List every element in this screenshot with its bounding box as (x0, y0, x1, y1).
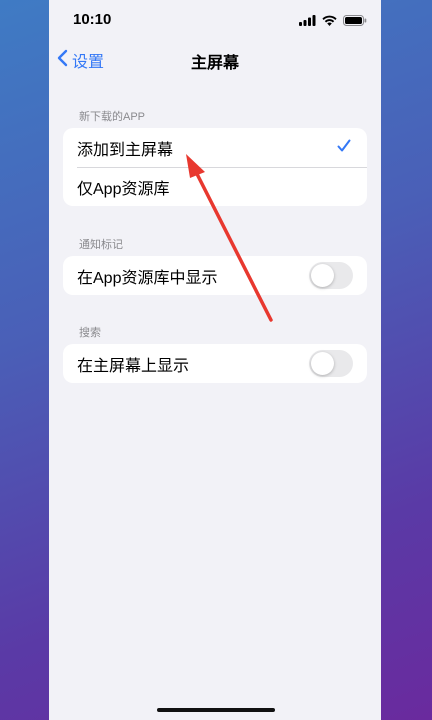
home-indicator (157, 708, 275, 712)
group-new-apps: 添加到主屏幕 仅App资源库 (63, 128, 367, 206)
signal-icon (299, 13, 316, 31)
toggle-show-in-app-library[interactable] (309, 262, 353, 289)
row-show-in-app-library: 在App资源库中显示 (63, 256, 367, 295)
phone-screen: 10:10 设置 主屏幕 新下载的APP 添加到主屏幕 仅App资源库 通知标记… (49, 0, 381, 720)
option-label: 添加到主屏幕 (77, 141, 174, 159)
page-title: 主屏幕 (190, 55, 239, 72)
section-header-search: 搜索 (79, 327, 101, 339)
status-icons (299, 13, 367, 31)
wifi-icon (322, 13, 337, 31)
option-add-to-home[interactable]: 添加到主屏幕 (63, 128, 367, 167)
navigation-bar: 设置 主屏幕 (49, 44, 381, 74)
row-label: 在App资源库中显示 (77, 269, 218, 287)
toggle-show-on-home[interactable] (309, 350, 353, 377)
section-header-new-apps: 新下载的APP (79, 111, 146, 123)
section-header-badges: 通知标记 (79, 239, 123, 251)
checkmark-icon (337, 139, 351, 158)
toggle-knob (311, 264, 334, 287)
group-badges: 在App资源库中显示 (63, 256, 367, 295)
row-show-on-home: 在主屏幕上显示 (63, 344, 367, 383)
option-app-library-only[interactable]: 仅App资源库 (63, 167, 367, 206)
row-label: 在主屏幕上显示 (77, 357, 190, 375)
option-label: 仅App资源库 (77, 180, 170, 198)
battery-icon (343, 13, 367, 31)
group-search: 在主屏幕上显示 (63, 344, 367, 383)
status-bar: 10:10 (49, 0, 381, 40)
toggle-knob (311, 352, 334, 375)
status-time: 10:10 (73, 11, 112, 28)
